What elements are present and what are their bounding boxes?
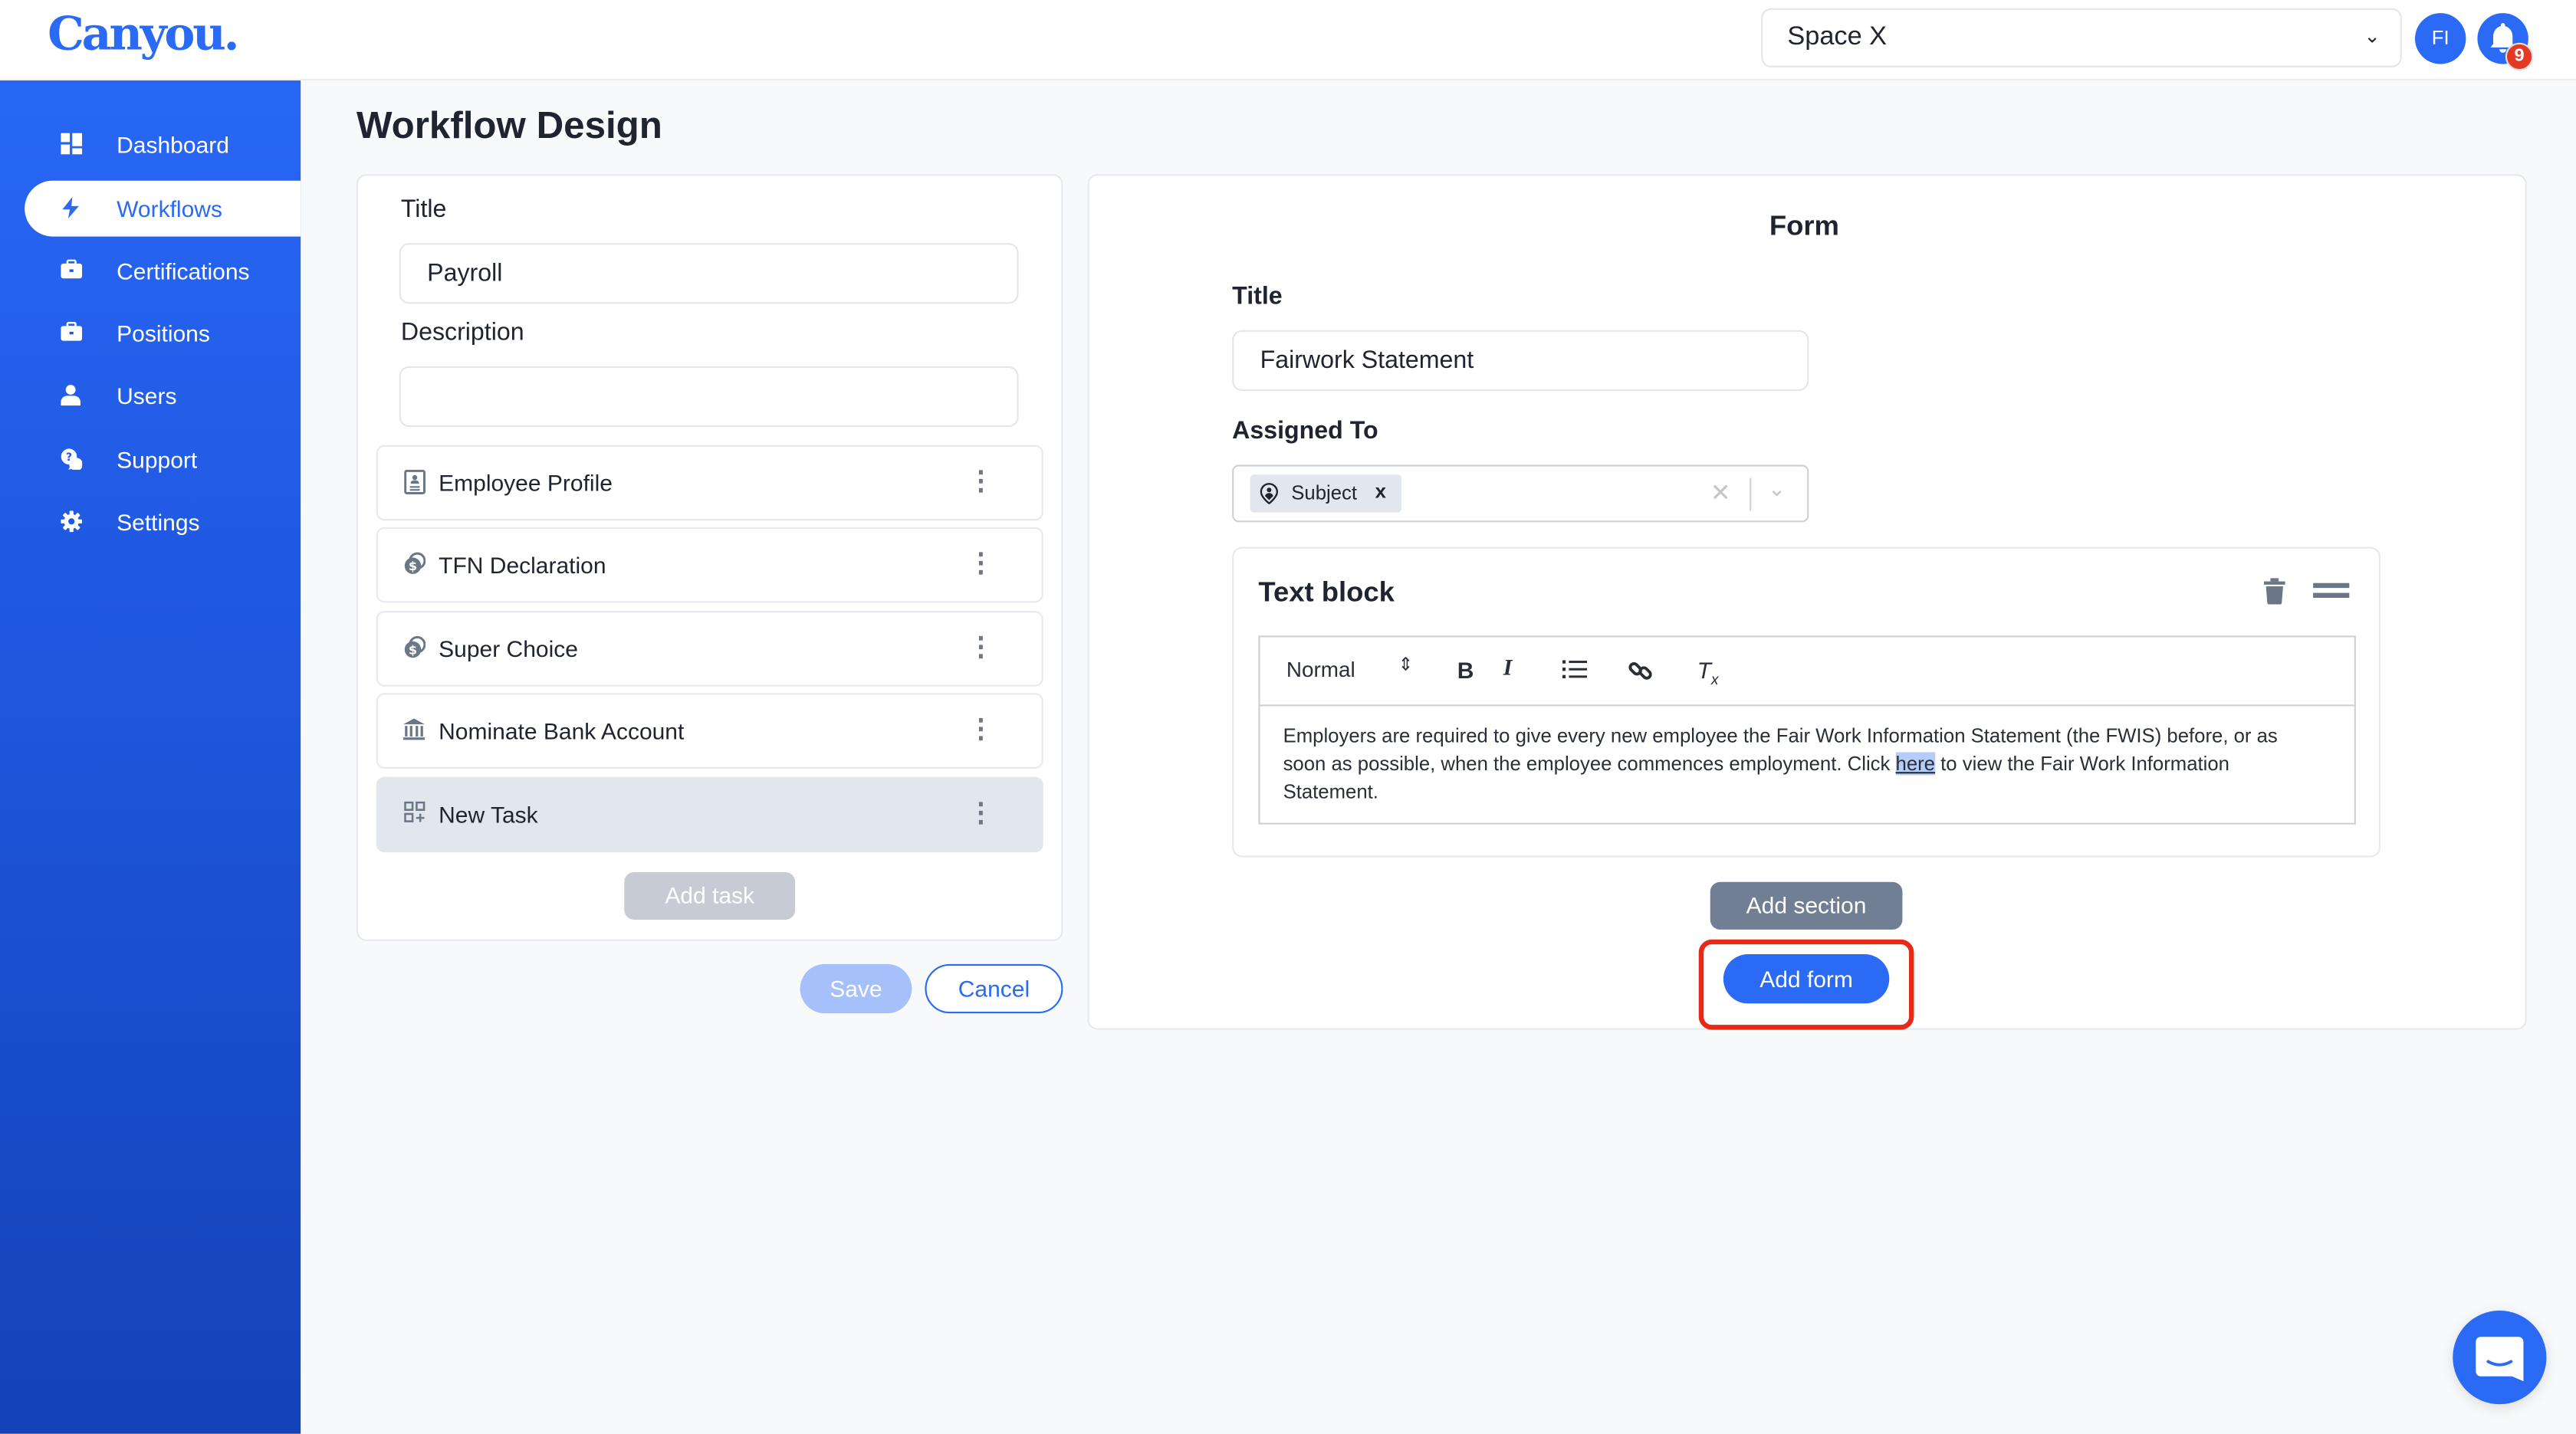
coins-icon: $ [402,635,426,661]
sidebar-item-label: Support [117,446,198,474]
form-title-value: Fairwork Statement [1260,346,1474,375]
svg-text:$: $ [408,559,416,573]
bold-icon[interactable]: B [1457,657,1474,683]
task-label: Super Choice [439,635,578,662]
sidebar-item-certifications[interactable]: Certifications [25,243,301,299]
list-icon[interactable] [1562,658,1587,684]
chat-launcher-button[interactable] [2453,1311,2547,1405]
more-vertical-icon[interactable]: ⋮ [968,798,994,834]
coins-icon: $ [402,552,426,578]
assignee-chip-label: Subject [1291,481,1358,504]
form-title-input[interactable]: Fairwork Statement [1232,330,1809,391]
sidebar-item-workflows[interactable]: Workflows [25,180,301,237]
space-select-value: Space X [1787,23,1888,51]
sidebar-item-positions[interactable]: Positions [25,306,301,362]
sidebar-item-label: Workflows [117,195,222,222]
assignee-chip: Subject x [1250,474,1401,513]
task-label: Employee Profile [439,469,613,497]
sidebar-item-users[interactable]: Users [25,368,301,424]
page-title: Workflow Design [356,103,662,146]
notification-badge: 9 [2505,42,2534,71]
clear-icon[interactable]: ✕ [1710,478,1731,507]
logo[interactable]: Canyou. [48,7,239,61]
task-label: New Task [439,801,538,828]
description-label: Description [400,318,524,347]
space-select[interactable]: Space X ⌄ [1761,8,2402,67]
more-vertical-icon[interactable]: ⋮ [968,714,994,750]
sidebar-item-label: Users [117,382,177,409]
select-separator [1750,477,1752,511]
more-vertical-icon[interactable]: ⋮ [968,549,994,585]
clear-format-icon[interactable]: Tx [1697,657,1719,687]
sidebar-item-label: Positions [117,320,210,347]
bank-icon [402,717,426,743]
svg-text:$: $ [408,642,416,657]
briefcase-icon [59,259,82,283]
editor-toolbar: Normal ⇕ B I Tx [1260,637,2354,707]
italic-icon[interactable]: I [1503,657,1513,683]
briefcase-icon [59,321,82,345]
workflow-description-input[interactable] [399,366,1019,428]
task-item[interactable]: Employee Profile ⋮ [376,445,1043,521]
chevron-down-icon: ⌄ [2364,25,2380,48]
format-select[interactable]: Normal [1286,657,1355,681]
add-section-button[interactable]: Add section [1710,881,1903,930]
more-vertical-icon[interactable]: ⋮ [968,632,994,668]
sidebar-item-label: Dashboard [117,131,229,158]
workflow-title-value: Payroll [427,259,503,287]
editor-link[interactable]: here [1895,752,1936,776]
add-grid-icon [402,801,426,828]
remove-chip-icon[interactable]: x [1375,480,1386,503]
sidebar: Dashboard Workflows Certifications Posit… [0,80,301,1434]
rich-text-editor[interactable]: Normal ⇕ B I Tx Employers are required t… [1258,635,2356,825]
workflow-title-input[interactable]: Payroll [399,243,1019,304]
format-select-arrows-icon[interactable]: ⇕ [1398,654,1414,675]
user-icon [59,384,82,407]
sidebar-item-settings[interactable]: Settings [25,494,301,550]
trash-icon[interactable] [2263,578,2285,605]
task-label: Nominate Bank Account [439,717,685,744]
chevron-down-icon[interactable]: ⌄ [1768,476,1786,502]
sidebar-item-dashboard[interactable]: Dashboard [25,116,301,172]
chat-smile-icon [2476,1337,2524,1382]
task-label: TFN Declaration [439,552,606,579]
sidebar-item-support[interactable]: ? Support [25,432,301,488]
cancel-button[interactable]: Cancel [925,963,1063,1014]
sidebar-item-label: Certifications [117,258,250,284]
text-block-title: Text block [1258,576,1395,608]
dashboard-icon [59,133,82,156]
form-title-label: Title [1232,282,1283,310]
profile-card-icon [402,469,426,496]
gear-icon [59,510,82,533]
location-person-icon [1260,483,1279,509]
more-vertical-icon[interactable]: ⋮ [968,467,994,503]
support-chat-icon: ? [59,448,82,471]
task-item[interactable]: $ TFN Declaration ⋮ [376,527,1043,603]
sidebar-item-label: Settings [117,509,200,536]
add-task-button[interactable]: Add task [624,871,796,920]
assigned-to-select[interactable]: Subject x ✕ ⌄ [1232,464,1809,523]
task-item[interactable]: Nominate Bank Account ⋮ [376,693,1043,769]
save-button[interactable]: Save [800,963,912,1014]
assigned-to-label: Assigned To [1232,417,1378,445]
title-label: Title [400,195,447,224]
task-item-selected[interactable]: New Task ⋮ [376,776,1043,853]
link-icon[interactable] [1628,658,1653,688]
avatar[interactable]: FI [2415,13,2466,64]
editor-content[interactable]: Employers are required to give every new… [1283,723,2318,806]
drag-handle-icon[interactable] [2313,582,2350,599]
add-form-button[interactable]: Add form [1723,954,1890,1004]
task-item[interactable]: $ Super Choice ⋮ [376,611,1043,687]
form-heading: Form [1769,210,1839,241]
lightning-icon [59,197,82,220]
